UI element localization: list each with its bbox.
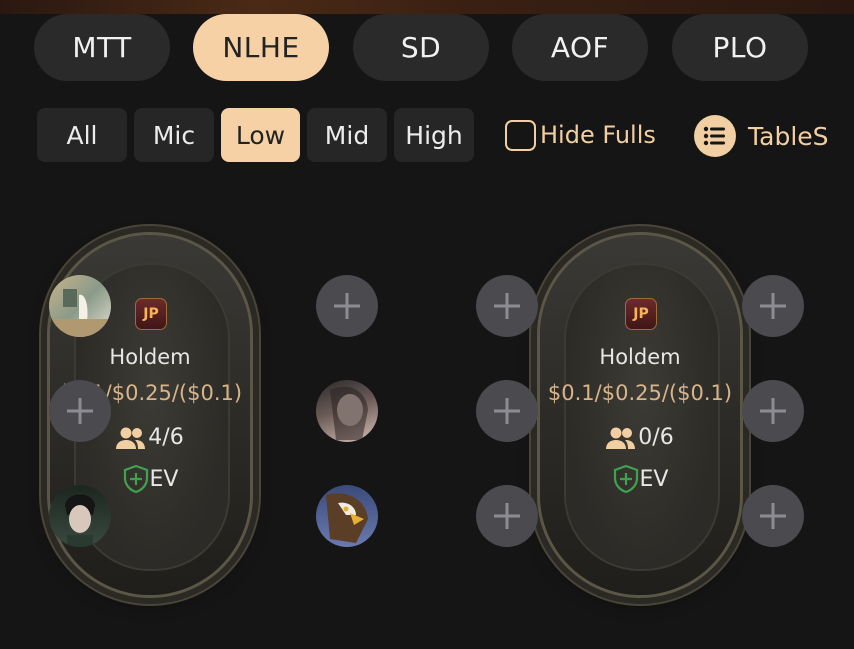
jackpot-badge: JP [625,298,657,330]
plus-icon [760,293,786,319]
tab-mtt[interactable]: MTT [34,14,170,81]
game-name: Holdem [109,345,191,369]
hide-fulls-toggle[interactable]: Hide Fulls [505,117,656,153]
plus-icon [494,503,520,529]
plus-icon [494,398,520,424]
shield-plus-icon [123,464,148,494]
player-count-text: 0/6 [638,425,674,450]
poker-table [540,235,740,595]
jackpot-badge: JP [135,298,167,330]
empty-seat-plus[interactable] [742,275,804,337]
stake-filter-low[interactable]: Low [221,108,300,162]
empty-seat-plus[interactable] [476,275,538,337]
hide-fulls-label: Hide Fulls [540,121,656,149]
header-banner [0,0,854,14]
blinds-text: $0.1/$0.25/($0.1) [57,381,243,405]
tab-sd[interactable]: SD [353,14,489,81]
stake-filter-mic[interactable]: Mic [134,108,214,162]
hide-fulls-checkbox[interactable] [505,119,536,151]
player-count: 0/6 [490,425,790,450]
tables-label: TableS [748,121,829,151]
tables-view-button[interactable]: TableS [694,114,829,158]
player-avatar-4[interactable] [316,485,378,547]
stake-filter-all[interactable]: All [37,108,127,162]
player-count: 4/6 [0,425,300,450]
table-card-2[interactable]: JP Holdem $0.1/$0.25/($0.1) 0/6 EV [476,225,804,605]
ev-indicator: EV [0,464,300,494]
players-icon [116,427,146,449]
player-avatar-2[interactable] [316,380,378,442]
plus-icon [334,293,360,319]
ev-indicator: EV [490,464,790,494]
table-card-1[interactable]: JP Holdem $0.1/$0.25/($0.1) 4/6 EV [0,225,378,605]
players-icon [606,427,636,449]
ev-label: EV [639,466,669,492]
plus-icon [494,293,520,319]
empty-seat-plus[interactable] [476,380,538,442]
stake-filter-mid[interactable]: Mid [307,108,387,162]
shield-plus-icon [613,464,638,494]
empty-seat-plus[interactable] [49,380,111,442]
player-avatar-3[interactable] [49,485,111,547]
empty-seat-plus[interactable] [476,485,538,547]
tab-plo[interactable]: PLO [672,14,808,81]
list-icon [694,115,736,157]
empty-seat-plus[interactable] [742,485,804,547]
plus-icon [760,503,786,529]
game-name: Holdem [599,345,681,369]
empty-seat-plus[interactable] [742,380,804,442]
plus-icon [760,398,786,424]
tab-aof[interactable]: AOF [512,14,648,81]
empty-seat-plus[interactable] [316,275,378,337]
player-count-text: 4/6 [148,425,184,450]
ev-label: EV [149,466,179,492]
tab-nlhe[interactable]: NLHE [193,14,329,81]
stake-filter-high[interactable]: High [394,108,474,162]
player-avatar-1[interactable] [49,275,111,337]
plus-icon [67,398,93,424]
